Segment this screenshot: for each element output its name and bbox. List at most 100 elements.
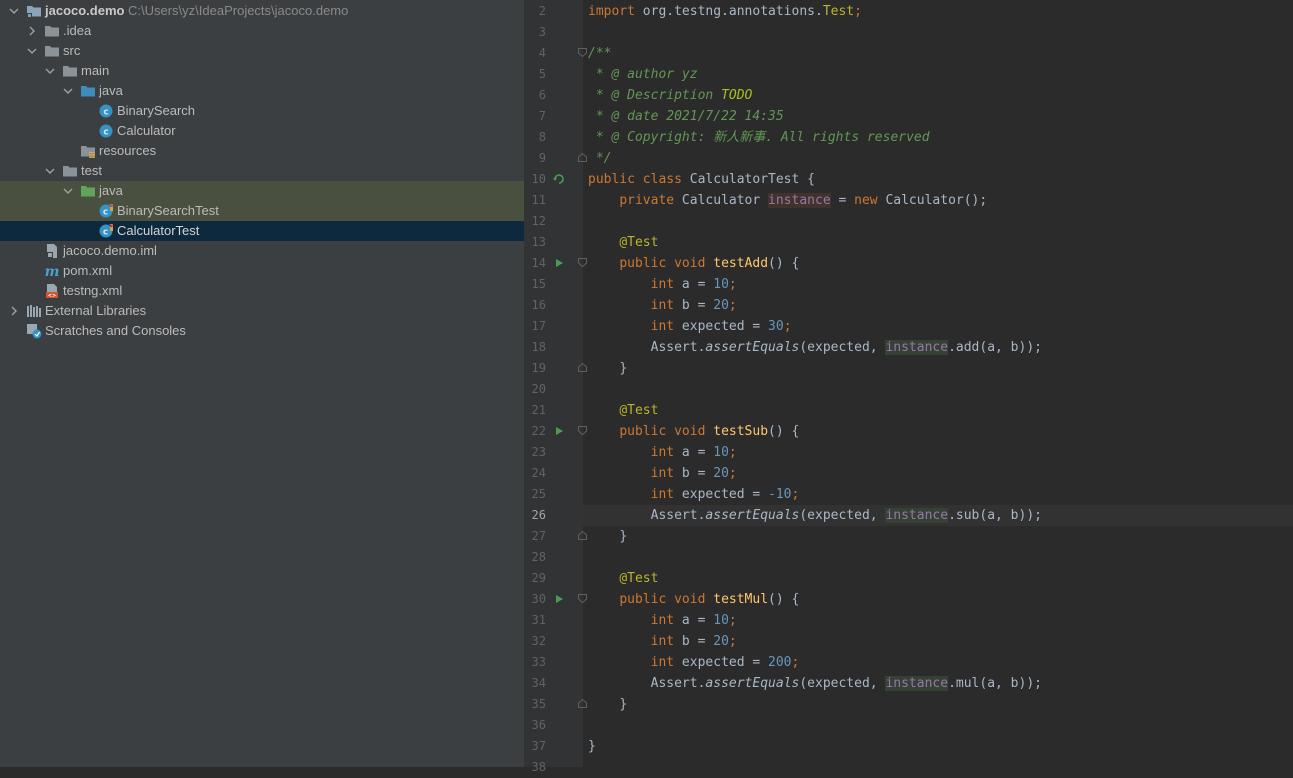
tree-item-label: src: [63, 43, 81, 58]
chevron-down-icon[interactable]: [63, 86, 73, 96]
fold-icon[interactable]: [578, 594, 587, 603]
run-test-icon[interactable]: [553, 593, 565, 605]
svg-text:c: c: [103, 228, 108, 238]
svg-text:<>: <>: [48, 293, 56, 299]
run-class-icon[interactable]: [553, 173, 565, 185]
line-number: 36: [531, 718, 546, 732]
line-number: 25: [531, 487, 546, 501]
run-test-icon[interactable]: [553, 425, 565, 437]
chevron-down-icon[interactable]: [45, 166, 55, 176]
code-line: @Test: [619, 403, 659, 418]
tree-item-project-root[interactable]: jacoco.demo C:\Users\yz\IdeaProjects\jac…: [0, 1, 524, 21]
test-class-icon: c: [98, 223, 114, 239]
code-area[interactable]: import org.testng.annotations.Test; /** …: [583, 0, 1293, 767]
tree-item-label: java: [99, 183, 123, 198]
svg-text:c: c: [103, 108, 108, 118]
line-number: 37: [531, 739, 546, 753]
chevron-right-icon[interactable]: [9, 306, 19, 316]
chevron-down-icon[interactable]: [45, 66, 55, 76]
tree-item-calculator-test[interactable]: c CalculatorTest: [0, 221, 524, 241]
line-number: 17: [531, 319, 546, 333]
line-number: 2: [538, 4, 546, 18]
tree-item-binary-search[interactable]: c BinarySearch: [0, 101, 524, 121]
tree-item-label: pom.xml: [63, 263, 113, 278]
code-line: int expected = 200;: [650, 655, 800, 670]
fold-icon[interactable]: [578, 426, 587, 435]
tree-item-calculator[interactable]: c Calculator: [0, 121, 524, 141]
code-line: @Test: [619, 235, 659, 250]
code-line: int b = 20;: [650, 634, 737, 649]
line-number: 5: [538, 67, 546, 81]
tree-item-src[interactable]: src: [0, 41, 524, 61]
code-line: int a = 10;: [650, 445, 737, 460]
code-editor[interactable]: 2 3 4 5 6 7 8 9 10 11 12 13 14 15 16 17 …: [525, 0, 1293, 774]
code-line: * @ date 2021/7/22 14:35: [588, 109, 784, 124]
tree-item-label: Calculator: [117, 123, 176, 138]
svg-text:c: c: [103, 208, 108, 218]
tree-item-label: main: [81, 63, 110, 78]
run-test-icon[interactable]: [553, 257, 565, 269]
tree-item-test[interactable]: test: [0, 161, 524, 181]
tree-item-label: java: [99, 83, 123, 98]
line-number: 38: [531, 760, 546, 774]
code-line: int b = 20;: [650, 298, 737, 313]
chevron-down-icon[interactable]: [9, 6, 19, 16]
line-number: 30: [531, 592, 546, 606]
tree-item-idea[interactable]: .idea: [0, 21, 524, 41]
tree-item-testng[interactable]: <> testng.xml: [0, 281, 524, 301]
module-file-icon: [44, 243, 60, 259]
line-number: 14: [531, 256, 546, 270]
editor-gutter: 2 3 4 5 6 7 8 9 10 11 12 13 14 15 16 17 …: [525, 0, 587, 774]
chevron-down-icon[interactable]: [27, 46, 37, 56]
line-number: 13: [531, 235, 546, 249]
code-line: }: [619, 361, 628, 376]
line-number: 33: [531, 655, 546, 669]
tree-item-label: .idea: [63, 23, 92, 38]
line-number: 3: [538, 25, 546, 39]
project-path: C:\Users\yz\IdeaProjects\jacoco.demo: [128, 3, 349, 18]
tree-item-resources[interactable]: resources: [0, 141, 524, 161]
fold-icon[interactable]: [578, 48, 587, 57]
tree-item-pom[interactable]: m pom.xml: [0, 261, 524, 281]
line-number: 18: [531, 340, 546, 354]
code-line: }: [588, 739, 596, 754]
source-folder-icon: [80, 83, 96, 99]
tree-item-java-main[interactable]: java: [0, 81, 524, 101]
code-line: public class CalculatorTest {: [588, 172, 815, 187]
chevron-down-icon[interactable]: [63, 186, 73, 196]
code-line: import org.testng.annotations.Test;: [588, 4, 862, 19]
chevron-right-icon[interactable]: [27, 26, 37, 36]
scratches-icon: [26, 323, 42, 339]
tree-item-java-test[interactable]: java: [0, 181, 524, 201]
tree-item-binary-search-test[interactable]: c BinarySearchTest: [0, 201, 524, 221]
code-line: int expected = -10;: [650, 487, 800, 502]
code-line-current: Assert.assertEquals(expected, instance.s…: [583, 505, 1293, 526]
tree-item-label: Scratches and Consoles: [45, 323, 186, 338]
line-number: 35: [531, 697, 546, 711]
ide-window: jacoco.demo C:\Users\yz\IdeaProjects\jac…: [0, 0, 1293, 774]
project-tree: jacoco.demo C:\Users\yz\IdeaProjects\jac…: [0, 0, 524, 767]
line-number: 8: [538, 130, 546, 144]
tree-item-label: testng.xml: [63, 283, 123, 298]
fold-icon[interactable]: [578, 153, 587, 162]
line-number: 15: [531, 277, 546, 291]
fold-icon[interactable]: [578, 531, 587, 540]
line-number: 11: [531, 193, 546, 207]
tree-item-main[interactable]: main: [0, 61, 524, 81]
fold-icon[interactable]: [578, 363, 587, 372]
line-number: 16: [531, 298, 546, 312]
code-line: public void testSub() {: [619, 424, 800, 439]
fold-icon[interactable]: [578, 258, 587, 267]
line-number-current: 26: [531, 508, 546, 522]
line-number: 21: [531, 403, 546, 417]
tree-item-label: External Libraries: [45, 303, 147, 318]
tree-item-external-libraries[interactable]: External Libraries: [0, 301, 524, 321]
tree-item-iml[interactable]: jacoco.demo.iml: [0, 241, 524, 261]
tree-item-scratches[interactable]: Scratches and Consoles: [0, 321, 524, 341]
project-name: jacoco.demo: [45, 3, 125, 18]
fold-icon[interactable]: [578, 699, 587, 708]
code-line: }: [619, 697, 628, 712]
class-icon: c: [98, 103, 114, 119]
library-icon: [26, 303, 42, 319]
code-line: * @ Description TODO: [588, 88, 753, 103]
